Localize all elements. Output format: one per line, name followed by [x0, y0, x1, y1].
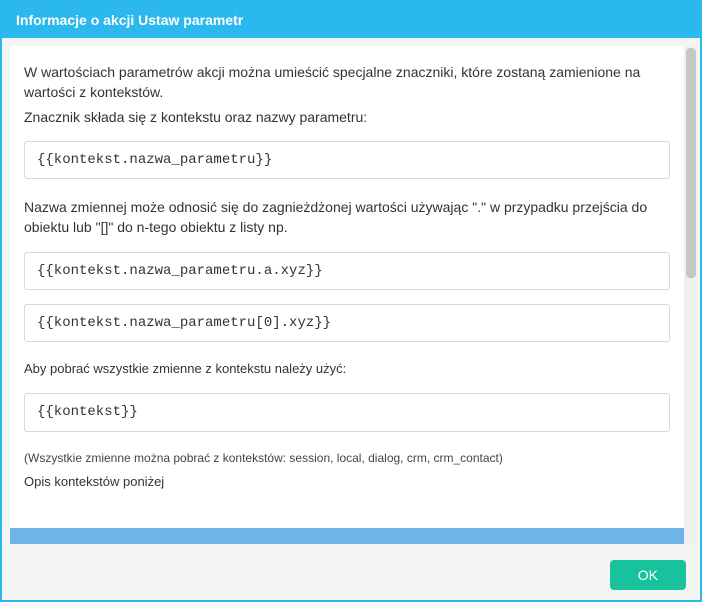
nested-description: Nazwa zmiennej może odnosić się do zagni…	[24, 197, 670, 238]
ok-button[interactable]: OK	[610, 560, 686, 590]
intro-text-2: Znacznik składa się z kontekstu oraz naz…	[24, 107, 670, 127]
intro-text-1: W wartościach parametrów akcji można umi…	[24, 62, 670, 103]
scrollbar-thumb[interactable]	[686, 48, 696, 278]
code-example-nested-index: {{kontekst.nazwa_parametru[0].xyz}}	[24, 304, 670, 342]
code-example-nested-dot: {{kontekst.nazwa_parametru.a.xyz}}	[24, 252, 670, 290]
dialog-footer: OK	[2, 552, 700, 600]
all-vars-description: Aby pobrać wszystkie zmienne z kontekstu…	[24, 360, 670, 379]
dialog: Informacje o akcji Ustaw parametr W wart…	[0, 0, 702, 602]
code-example-basic: {{kontekst.nazwa_parametru}}	[24, 141, 670, 179]
spacer	[24, 492, 670, 528]
content-area: W wartościach parametrów akcji można umi…	[10, 46, 684, 544]
accordion-session[interactable]: session –	[10, 528, 684, 544]
contexts-subhead: Opis kontekstów poniżej	[24, 473, 670, 492]
scrollbar[interactable]	[684, 46, 698, 544]
contexts-note: (Wszystkie zmienne można pobrać z kontek…	[24, 450, 670, 467]
accordion-session-label: session	[26, 542, 77, 544]
dialog-title: Informacje o akcji Ustaw parametr	[2, 2, 700, 38]
dialog-body: W wartościach parametrów akcji można umi…	[2, 38, 700, 552]
code-example-all: {{kontekst}}	[24, 393, 670, 431]
